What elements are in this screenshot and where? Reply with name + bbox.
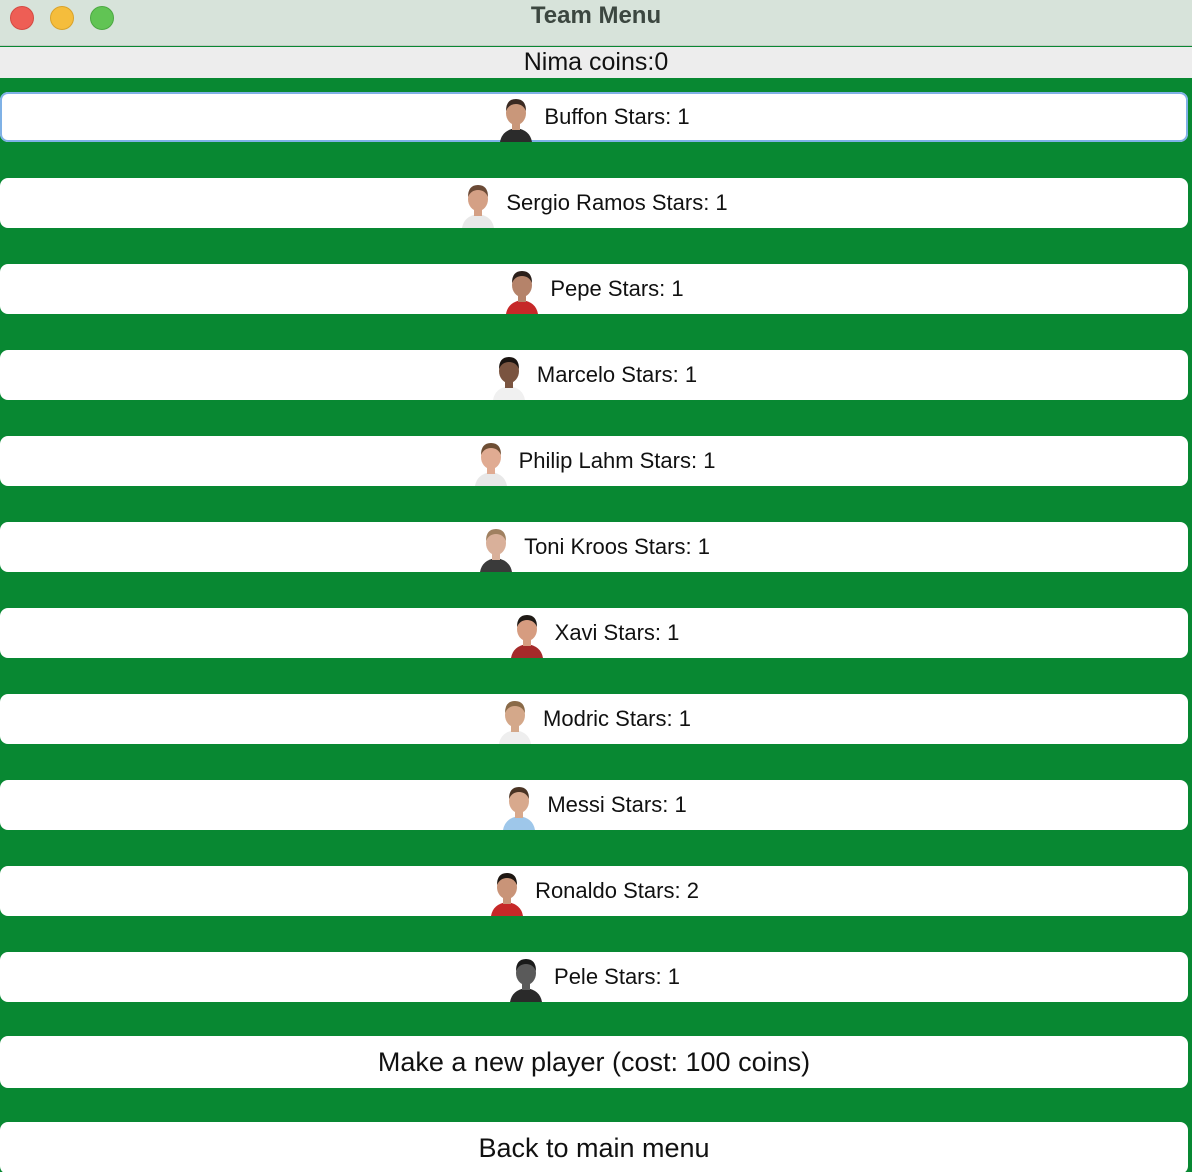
player-label: Xavi Stars: 1 [554,620,680,645]
player-label: Pele Stars: 1 [554,964,680,989]
player-avatar-icon [506,271,539,314]
player-avatar-icon [474,443,507,486]
player-button[interactable]: Toni Kroos Stars: 1 [0,522,1188,572]
player-button[interactable]: Sergio Ramos Stars: 1 [0,178,1188,228]
player-button[interactable]: Pele Stars: 1 [0,952,1188,1002]
player-label: Pepe Stars: 1 [550,276,684,301]
make-new-player-button[interactable]: Make a new player (cost: 100 coins) [0,1036,1188,1088]
player-avatar-icon [462,185,495,228]
player-label: Philip Lahm Stars: 1 [518,448,716,473]
player-avatar-icon [492,357,525,400]
player-list: Buffon Stars: 1 Sergio Ramos Stars: 1 Pepe… [0,92,1192,1038]
player-avatar-icon [500,99,533,142]
player-button[interactable]: Pepe Stars: 1 [0,264,1188,314]
player-avatar-icon [510,959,543,1002]
title-bar: Team Menu [0,0,1192,46]
player-label: Sergio Ramos Stars: 1 [506,190,728,215]
window-title: Team Menu [530,2,662,29]
back-to-main-menu-button[interactable]: Back to main menu [0,1122,1188,1172]
player-avatar-icon [503,787,536,830]
player-avatar-icon [510,615,543,658]
player-avatar-icon [491,873,524,916]
player-label: Buffon Stars: 1 [544,104,690,129]
player-button[interactable]: Xavi Stars: 1 [0,608,1188,658]
player-label: Toni Kroos Stars: 1 [524,534,710,559]
player-label: Modric Stars: 1 [543,706,691,731]
player-label: Messi Stars: 1 [547,792,687,817]
player-avatar-icon [499,701,532,744]
coins-label: Nima coins:0 [0,47,1192,78]
team-menu-window: Team Menu Nima coins:0 Buffon Stars: 1 Se… [0,0,1192,1172]
player-button[interactable]: Modric Stars: 1 [0,694,1188,744]
player-button[interactable]: Philip Lahm Stars: 1 [0,436,1188,486]
player-label: Marcelo Stars: 1 [536,362,698,387]
player-label: Ronaldo Stars: 2 [535,878,699,903]
player-button[interactable]: Ronaldo Stars: 2 [0,866,1188,916]
player-button[interactable]: Messi Stars: 1 [0,780,1188,830]
player-button[interactable]: Marcelo Stars: 1 [0,350,1188,400]
player-button[interactable]: Buffon Stars: 1 [0,92,1188,142]
player-avatar-icon [480,529,513,572]
